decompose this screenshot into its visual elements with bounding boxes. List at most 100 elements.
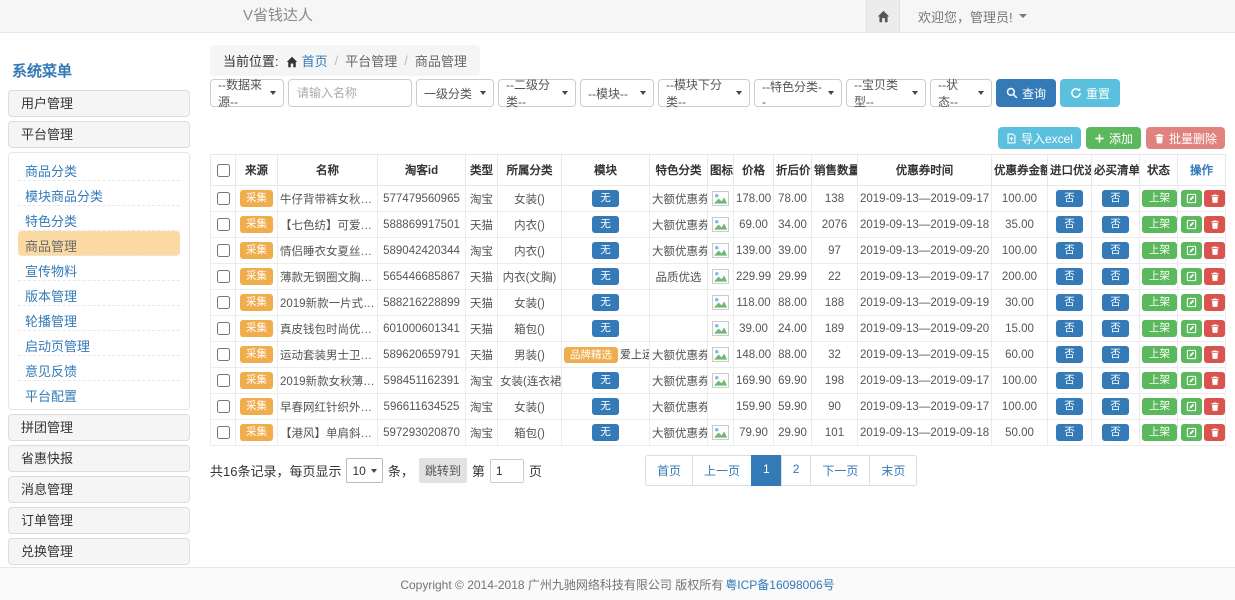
must-buy-badge[interactable]: 否 — [1102, 320, 1129, 337]
icp-link[interactable]: 粤ICP备16098006号 — [725, 576, 834, 593]
edit-button[interactable] — [1181, 320, 1202, 337]
sidebar-item-9[interactable]: 平台配置 — [18, 381, 180, 406]
sidebar-group-5[interactable]: 订单管理 — [8, 507, 190, 534]
sidebar-group-2[interactable]: 拼团管理 — [8, 414, 190, 441]
status-badge[interactable]: 上架 — [1142, 242, 1177, 259]
import-optimal-badge[interactable]: 否 — [1056, 372, 1083, 389]
status-badge[interactable]: 上架 — [1142, 320, 1177, 337]
row-checkbox[interactable] — [217, 322, 230, 335]
must-buy-badge[interactable]: 否 — [1102, 242, 1129, 259]
sidebar-item-5[interactable]: 版本管理 — [18, 281, 180, 306]
sidebar-group-0[interactable]: 用户管理 — [8, 90, 190, 117]
filter-select-0[interactable]: --数据来源-- — [210, 79, 284, 107]
sidebar-item-4[interactable]: 宣传物料 — [18, 256, 180, 281]
must-buy-badge[interactable]: 否 — [1102, 424, 1129, 441]
delete-button[interactable] — [1204, 372, 1225, 389]
status-badge[interactable]: 上架 — [1142, 424, 1177, 441]
filter-select-2[interactable]: 一级分类 — [416, 79, 494, 107]
import-optimal-badge[interactable]: 否 — [1056, 242, 1083, 259]
filter-select-5[interactable]: --模块下分类-- — [658, 79, 750, 107]
must-buy-badge[interactable]: 否 — [1102, 294, 1129, 311]
import-optimal-badge[interactable]: 否 — [1056, 346, 1083, 363]
import-optimal-badge[interactable]: 否 — [1056, 320, 1083, 337]
filter-select-6[interactable]: --特色分类-- — [754, 79, 842, 107]
row-checkbox[interactable] — [217, 270, 230, 283]
import-optimal-badge[interactable]: 否 — [1056, 190, 1083, 207]
status-badge[interactable]: 上架 — [1142, 346, 1177, 363]
name-input[interactable] — [288, 79, 412, 107]
edit-button[interactable] — [1181, 424, 1202, 441]
edit-button[interactable] — [1181, 398, 1202, 415]
edit-button[interactable] — [1181, 190, 1202, 207]
edit-button[interactable] — [1181, 346, 1202, 363]
filter-select-7[interactable]: --宝贝类型-- — [846, 79, 926, 107]
edit-button[interactable] — [1181, 372, 1202, 389]
status-badge[interactable]: 上架 — [1142, 398, 1177, 415]
batch-delete-button[interactable]: 批量删除 — [1146, 127, 1225, 149]
delete-button[interactable] — [1204, 190, 1225, 207]
delete-button[interactable] — [1204, 242, 1225, 259]
search-button[interactable]: 查询 — [996, 79, 1056, 107]
sidebar-item-1[interactable]: 模块商品分类 — [18, 181, 180, 206]
status-badge[interactable]: 上架 — [1142, 294, 1177, 311]
import-optimal-badge[interactable]: 否 — [1056, 268, 1083, 285]
delete-button[interactable] — [1204, 268, 1225, 285]
sidebar-item-3[interactable]: 商品管理 — [18, 231, 180, 256]
pager-button-5[interactable]: 末页 — [869, 455, 917, 486]
status-badge[interactable]: 上架 — [1142, 268, 1177, 285]
delete-button[interactable] — [1204, 398, 1225, 415]
row-checkbox[interactable] — [217, 218, 230, 231]
delete-button[interactable] — [1204, 216, 1225, 233]
filter-select-4[interactable]: --模块-- — [580, 79, 654, 107]
delete-button[interactable] — [1204, 424, 1225, 441]
filter-select-3[interactable]: --二级分类-- — [498, 79, 576, 107]
sidebar-item-7[interactable]: 启动页管理 — [18, 331, 180, 356]
reset-button[interactable]: 重置 — [1060, 79, 1120, 107]
jump-button[interactable]: 跳转到 — [419, 458, 467, 483]
per-page-select[interactable]: 10 — [346, 458, 382, 483]
pager-button-4[interactable]: 下一页 — [810, 455, 870, 486]
pager-button-3[interactable]: 2 — [781, 455, 812, 486]
delete-button[interactable] — [1204, 294, 1225, 311]
must-buy-badge[interactable]: 否 — [1102, 398, 1129, 415]
import-optimal-badge[interactable]: 否 — [1056, 216, 1083, 233]
edit-button[interactable] — [1181, 294, 1202, 311]
breadcrumb-home-link[interactable]: 首页 — [286, 51, 328, 70]
status-badge[interactable]: 上架 — [1142, 190, 1177, 207]
must-buy-badge[interactable]: 否 — [1102, 372, 1129, 389]
import-optimal-badge[interactable]: 否 — [1056, 424, 1083, 441]
page-number-input[interactable] — [490, 459, 524, 483]
edit-button[interactable] — [1181, 242, 1202, 259]
row-checkbox[interactable] — [217, 348, 230, 361]
sidebar-item-2[interactable]: 特色分类 — [18, 206, 180, 231]
add-button[interactable]: 添加 — [1086, 127, 1141, 149]
sidebar-group-6[interactable]: 兑换管理 — [8, 538, 190, 565]
import-optimal-badge[interactable]: 否 — [1056, 398, 1083, 415]
must-buy-badge[interactable]: 否 — [1102, 268, 1129, 285]
sidebar-group-4[interactable]: 消息管理 — [8, 476, 190, 503]
row-checkbox[interactable] — [217, 374, 230, 387]
home-button[interactable] — [866, 0, 900, 32]
pager-button-2[interactable]: 1 — [751, 455, 782, 486]
edit-button[interactable] — [1181, 268, 1202, 285]
status-badge[interactable]: 上架 — [1142, 216, 1177, 233]
sidebar-item-8[interactable]: 意见反馈 — [18, 356, 180, 381]
delete-button[interactable] — [1204, 346, 1225, 363]
status-badge[interactable]: 上架 — [1142, 372, 1177, 389]
import-excel-button[interactable]: 导入excel — [998, 127, 1081, 149]
user-menu[interactable]: 欢迎您，管理员! — [918, 7, 1027, 26]
filter-select-8[interactable]: --状态-- — [930, 79, 992, 107]
must-buy-badge[interactable]: 否 — [1102, 216, 1129, 233]
must-buy-badge[interactable]: 否 — [1102, 190, 1129, 207]
sidebar-group-1[interactable]: 平台管理 — [8, 121, 190, 148]
pager-button-1[interactable]: 上一页 — [692, 455, 752, 486]
must-buy-badge[interactable]: 否 — [1102, 346, 1129, 363]
sidebar-item-6[interactable]: 轮播管理 — [18, 306, 180, 331]
row-checkbox[interactable] — [217, 400, 230, 413]
row-checkbox[interactable] — [217, 244, 230, 257]
sidebar-item-0[interactable]: 商品分类 — [18, 156, 180, 181]
row-checkbox[interactable] — [217, 296, 230, 309]
row-checkbox[interactable] — [217, 192, 230, 205]
import-optimal-badge[interactable]: 否 — [1056, 294, 1083, 311]
sidebar-group-3[interactable]: 省惠快报 — [8, 445, 190, 472]
